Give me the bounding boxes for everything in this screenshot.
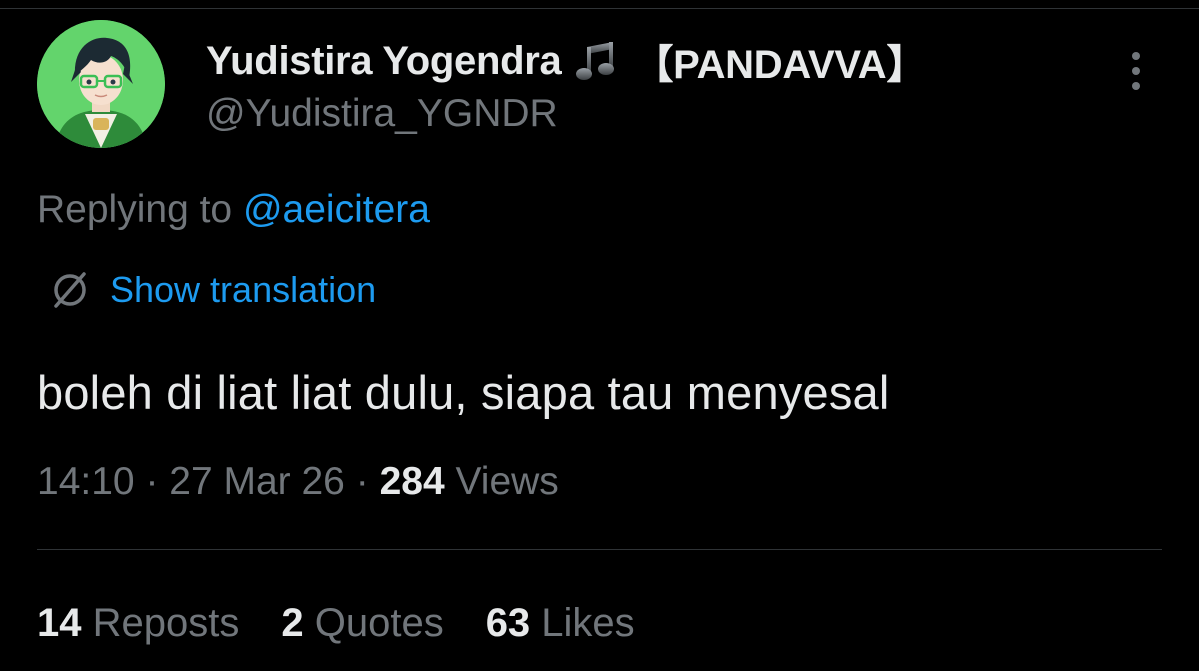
reply-mention-link[interactable]: @aeicitera	[243, 188, 430, 231]
tweet-date[interactable]: 27 Mar 26	[169, 460, 345, 503]
engagement-stats: 14 Reposts 2 Quotes 63 Likes	[37, 601, 677, 646]
translate-globe-icon	[54, 272, 86, 308]
reposts-stat[interactable]: 14 Reposts	[37, 601, 239, 646]
meta-separator: ·	[134, 460, 170, 503]
reposts-label: Reposts	[81, 601, 240, 645]
more-vertical-icon[interactable]	[1122, 48, 1150, 94]
tweet-text: boleh di liat liat dulu, siapa tau menye…	[37, 366, 890, 419]
musical-note-icon	[576, 42, 615, 80]
likes-label: Likes	[530, 601, 635, 645]
stats-divider	[37, 549, 1162, 550]
author-name[interactable]: Yudistira Yogendra 【PANDAVVA】	[206, 32, 926, 90]
author-name-suffix[interactable]: 【PANDAVVA】	[633, 32, 926, 90]
quotes-label: Quotes	[303, 601, 444, 645]
replying-prefix: Replying to	[37, 188, 243, 231]
author-handle[interactable]: @Yudistira_YGNDR	[206, 92, 558, 136]
replying-to: Replying to @aeicitera	[37, 188, 430, 232]
tweet-meta: 14:10 · 27 Mar 26 · 284 Views	[37, 460, 559, 504]
top-divider	[0, 8, 1199, 9]
avatar[interactable]	[37, 20, 165, 148]
quotes-count: 2	[281, 601, 304, 645]
views-label: Views	[444, 460, 559, 503]
author-name-text[interactable]: Yudistira Yogendra	[206, 39, 562, 84]
show-translation-button[interactable]: Show translation	[48, 268, 376, 312]
reposts-count: 14	[37, 601, 82, 645]
show-translation-label[interactable]: Show translation	[110, 269, 376, 311]
avatar-image	[37, 20, 165, 148]
tweet-time[interactable]: 14:10	[37, 460, 135, 503]
quotes-stat[interactable]: 2 Quotes	[281, 601, 443, 646]
views-count: 284	[379, 460, 445, 503]
meta-separator: ·	[344, 460, 380, 503]
likes-count: 63	[485, 601, 531, 645]
likes-stat[interactable]: 63 Likes	[486, 601, 635, 646]
